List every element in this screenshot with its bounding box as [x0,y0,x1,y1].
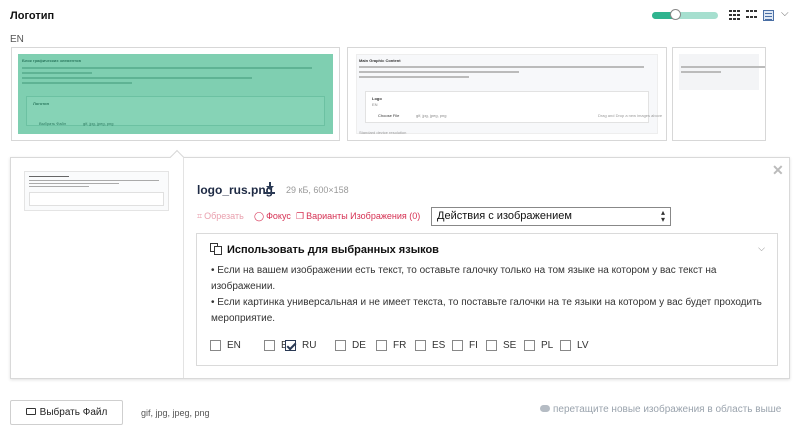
crop-icon: ⌗ [197,211,203,221]
hint-text: • Если картинка универсальная и не имеет… [211,297,762,324]
chevron-down-icon[interactable]: ⌵ [758,243,765,254]
hint-text: • Если на вашем изображении есть текст, … [211,265,717,292]
thumbnail-note: Standard device resolution [359,130,407,135]
grid-view-icon[interactable] [729,10,740,21]
language-label: EN [10,34,24,45]
image-actions-select[interactable]: Действия с изображением ▴ ▾ [431,207,671,226]
checkbox[interactable] [415,340,426,351]
allowed-formats: gif, jpg, jpeg, png [141,408,210,418]
zoom-slider[interactable] [652,9,718,20]
language-code: ES [432,340,446,351]
close-icon[interactable]: ✕ [772,162,784,179]
folder-icon [25,407,36,415]
checkbox[interactable] [524,340,535,351]
thumbnail-preview: Блок графических элементов Логотип Выбра… [18,54,333,134]
checkbox[interactable] [264,340,275,351]
thumbnail-selected[interactable]: Блок графических элементов Логотип Выбра… [11,47,340,141]
thumbnail-formats: gif, jpg, jpeg, png [416,113,447,118]
language-code: RU [302,340,317,351]
language-code: EN [227,340,241,351]
thumbnail-button: Choose File [378,113,400,118]
thumbnail[interactable]: Main Graphic Content Logo EN Choose File… [347,47,667,141]
file-meta: 29 кБ, 600×158 [286,185,349,195]
chevron-down-icon[interactable]: ⌵ [781,8,789,19]
language-code: SE [503,340,517,351]
checkbox[interactable] [210,340,221,351]
translate-icon [210,243,222,255]
language-code: DE [352,340,366,351]
image-preview [24,171,169,211]
checkbox[interactable] [285,340,296,351]
language-usage-panel: Использовать для выбранных языков ⌵ • Ес… [196,233,778,366]
thumbnail-heading: Блок графических элементов [22,58,81,63]
copy-icon: ❐ [296,211,305,221]
file-name: logo_rus.png [197,183,273,197]
thumbnail[interactable] [672,47,766,141]
thumbnail-formats: gif, jpg, jpeg, png [83,121,114,126]
checkbox[interactable] [376,340,387,351]
checkbox[interactable] [486,340,497,351]
thumbnail-preview [679,54,765,90]
thumbnail-preview: Main Graphic Content Logo EN Choose File… [356,54,662,135]
focus-button[interactable]: ◯ Фокус [254,211,291,222]
thumbnail-button: Выбрать Файл [39,121,67,126]
language-code: PL [541,340,554,351]
language-code: FI [469,340,478,351]
thumbnail-box-lang: EN [372,102,378,107]
language-code: FR [393,340,407,351]
crop-button[interactable]: ⌗ Обрезать [197,211,244,222]
zoom-slider-thumb[interactable] [670,9,682,20]
large-grid-view-icon[interactable] [746,10,757,21]
choose-file-button[interactable]: Выбрать Файл [10,400,123,425]
section-title: Логотип [10,10,55,22]
select-arrows-icon: ▴ ▾ [660,208,665,224]
language-code: LV [577,340,589,351]
image-preview-pane [11,158,184,378]
checkbox[interactable] [452,340,463,351]
download-icon[interactable] [265,182,275,194]
list-view-icon[interactable] [763,10,774,21]
drop-zone-hint[interactable]: перетащите новые изображения в область в… [540,404,781,415]
focus-icon: ◯ [254,211,265,221]
thumbnail-dropzone: Drag and Drop a new images above [598,113,663,118]
thumbnail-box-label: Логотип [33,101,50,106]
checkbox[interactable] [560,340,571,351]
variants-button[interactable]: ❐ Варианты Изображения (0) [296,211,420,222]
language-panel-title: Использовать для выбранных языков [227,244,439,256]
cloud-upload-icon [540,404,550,412]
thumbnail-box-label: Logo [372,96,382,101]
thumbnail-heading: Main Graphic Content [359,58,401,63]
checkbox[interactable] [335,340,346,351]
